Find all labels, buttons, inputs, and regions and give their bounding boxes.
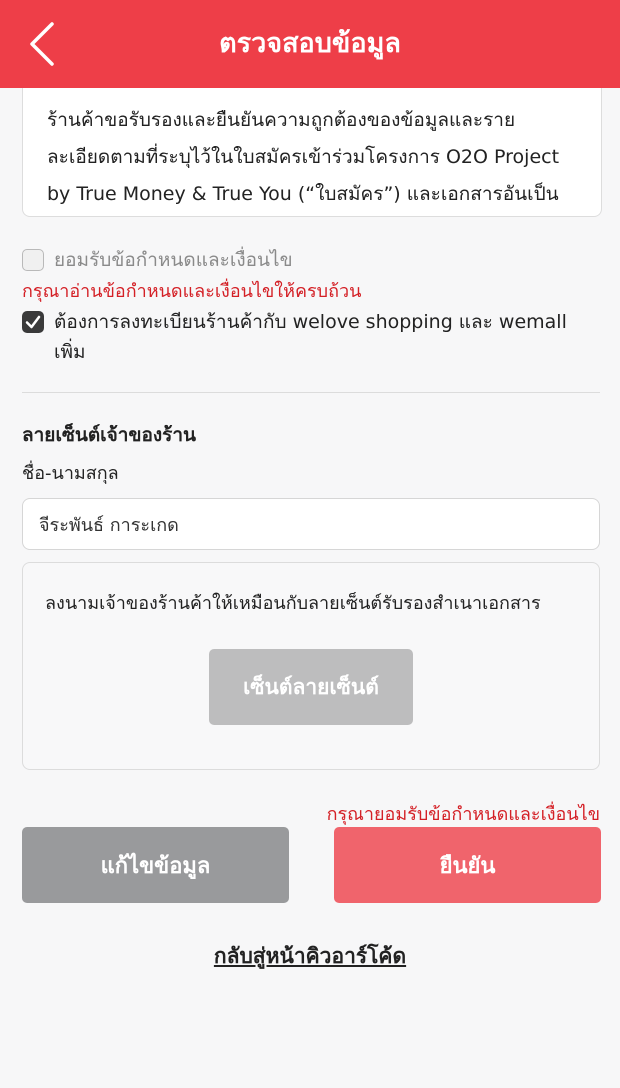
accept-terms-label: ยอมรับข้อกำหนดและเงื่อนไข: [54, 249, 293, 271]
confirm-button[interactable]: ยืนยัน: [334, 827, 601, 903]
edit-info-button[interactable]: แก้ไขข้อมูล: [22, 827, 289, 903]
register-option-row[interactable]: ต้องการลงทะเบียนร้านค้ากับ welove shoppi…: [22, 307, 600, 367]
sign-signature-button[interactable]: เซ็นต์ลายเซ็นต์: [209, 649, 413, 725]
register-option-label: ต้องการลงทะเบียนร้านค้ากับ welove shoppi…: [54, 311, 567, 363]
section-divider: [22, 392, 600, 393]
accept-required-error: กรุณายอมรับข้อกำหนดและเงื่อนไข: [326, 804, 600, 825]
name-field-label: ชื่อ-นามสกุล: [22, 463, 119, 484]
app-header: ตรวจสอบข้อมูล: [0, 0, 620, 88]
accept-terms-row[interactable]: ยอมรับข้อกำหนดและเงื่อนไข: [22, 245, 293, 275]
signature-description: ลงนามเจ้าของร้านค้าให้เหมือนกับลายเซ็นต์…: [45, 593, 541, 614]
page-title: ตรวจสอบข้อมูล: [219, 28, 401, 59]
terms-error-message: กรุณาอ่านข้อกำหนดและเงื่อนไขให้ครบถ้วน: [22, 281, 362, 302]
terms-scroll-box[interactable]: ร้านค้าขอรับรองและยืนยันความถูกต้องของข้…: [22, 88, 602, 217]
back-to-qr-link[interactable]: กลับสู่หน้าคิวอาร์โค้ด: [0, 940, 620, 973]
checkmark-icon: [25, 315, 41, 329]
accept-terms-checkbox[interactable]: [22, 249, 44, 271]
signature-section-title: ลายเซ็นต์เจ้าของร้าน: [22, 424, 196, 446]
name-input[interactable]: [22, 498, 600, 550]
signature-box: ลงนามเจ้าของร้านค้าให้เหมือนกับลายเซ็นต์…: [22, 562, 600, 770]
register-option-checkbox[interactable]: [22, 311, 44, 333]
terms-text: ร้านค้าขอรับรองและยืนยันความถูกต้องของข้…: [47, 109, 560, 205]
